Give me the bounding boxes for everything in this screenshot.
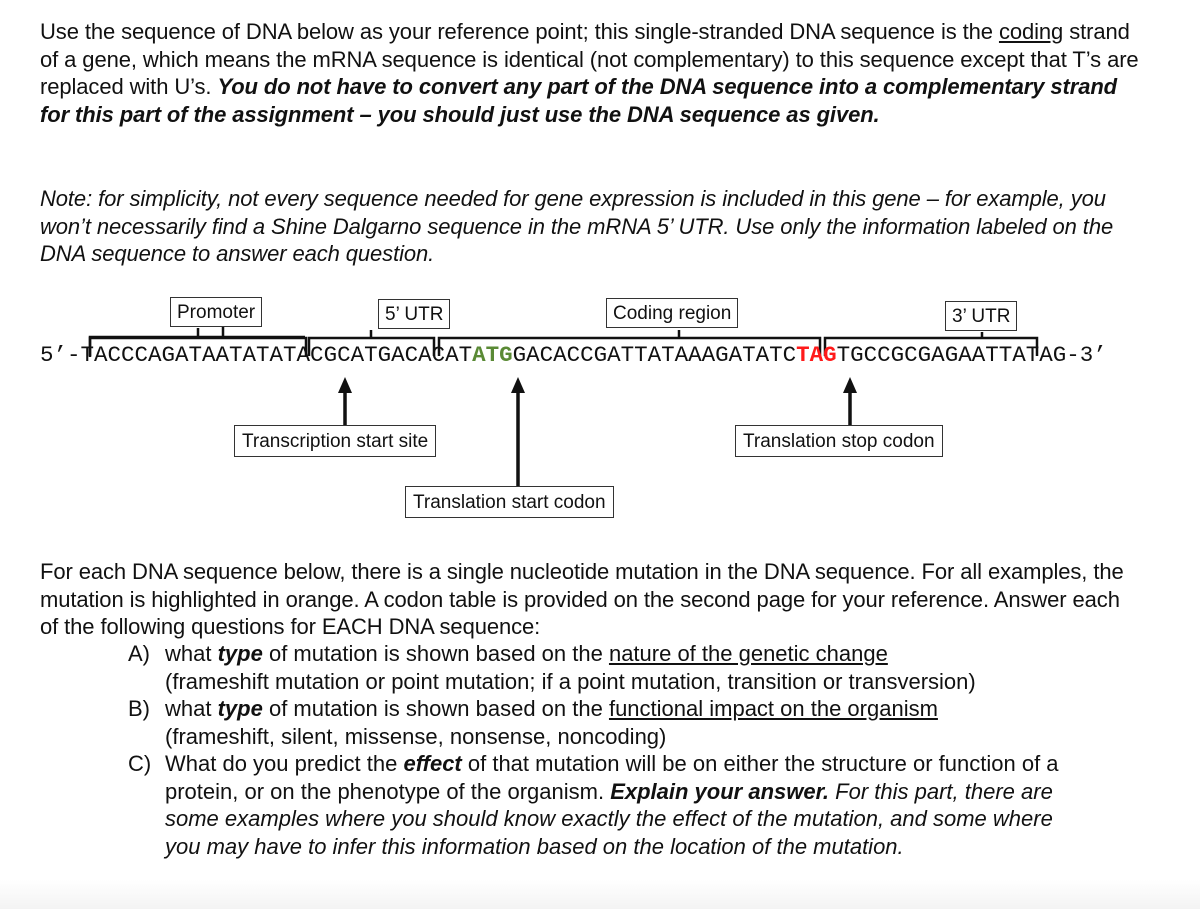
utr5-sequence: GCATGACACAT [323,342,473,368]
question-c-emphasis: effect [403,751,462,776]
coding-sequence: GACACCGATTATAAAGATATC [512,342,797,368]
three-prime-end: -3’ [1066,342,1107,368]
translation-stop-arrowhead [843,377,857,393]
question-a: A) what type of mutation is shown based … [128,640,1128,695]
question-list: A) what type of mutation is shown based … [128,640,1128,860]
question-b-emphasis: type [217,696,263,721]
question-b-marker: B) [128,696,150,721]
utr3-sequence: TGCCGCGAGAATTATAG [836,342,1067,368]
question-b: B) what type of mutation is shown based … [128,695,1128,750]
stop-codon: TAG [796,342,837,368]
question-c: C) What do you predict the effect of tha… [128,750,1065,860]
question-a-text-2: of mutation is shown based on the [262,641,609,666]
translation-start-codon-label: Translation start codon [405,486,614,518]
question-a-underlined: nature of the genetic change [608,641,888,666]
start-codon: ATG [472,342,513,368]
question-c-marker: C) [128,751,152,776]
question-a-marker: A) [128,641,150,666]
question-b-options: (frameshift, silent, missense, nonsense,… [165,723,667,749]
question-b-text-2: of mutation is shown based on the [262,696,609,721]
transcription-start-site-label: Transcription start site [234,425,437,457]
question-b-underlined: functional impact on the organism [608,696,938,721]
question-a-options: (frameshift mutation or point mutation; … [165,668,976,694]
transcription-start-arrowhead [338,377,352,393]
promoter-sequence: TACCCAGATAATATATAC [80,342,324,368]
dna-sequence: 5’-TACCCAGATAATATATACGCATGACACATATGGACAC… [40,342,1107,368]
translation-stop-codon-label: Translation stop codon [735,425,943,457]
translation-start-arrowhead [511,377,525,393]
instructions-intro: For each DNA sequence below, there is a … [40,559,1124,639]
question-a-emphasis: type [217,641,263,666]
question-c-explain: Explain your answer. [610,778,830,804]
five-prime-end: 5’- [40,342,81,368]
question-a-text: what [165,641,218,666]
question-c-text: What do you predict the [165,751,404,776]
question-b-text: what [165,696,218,721]
